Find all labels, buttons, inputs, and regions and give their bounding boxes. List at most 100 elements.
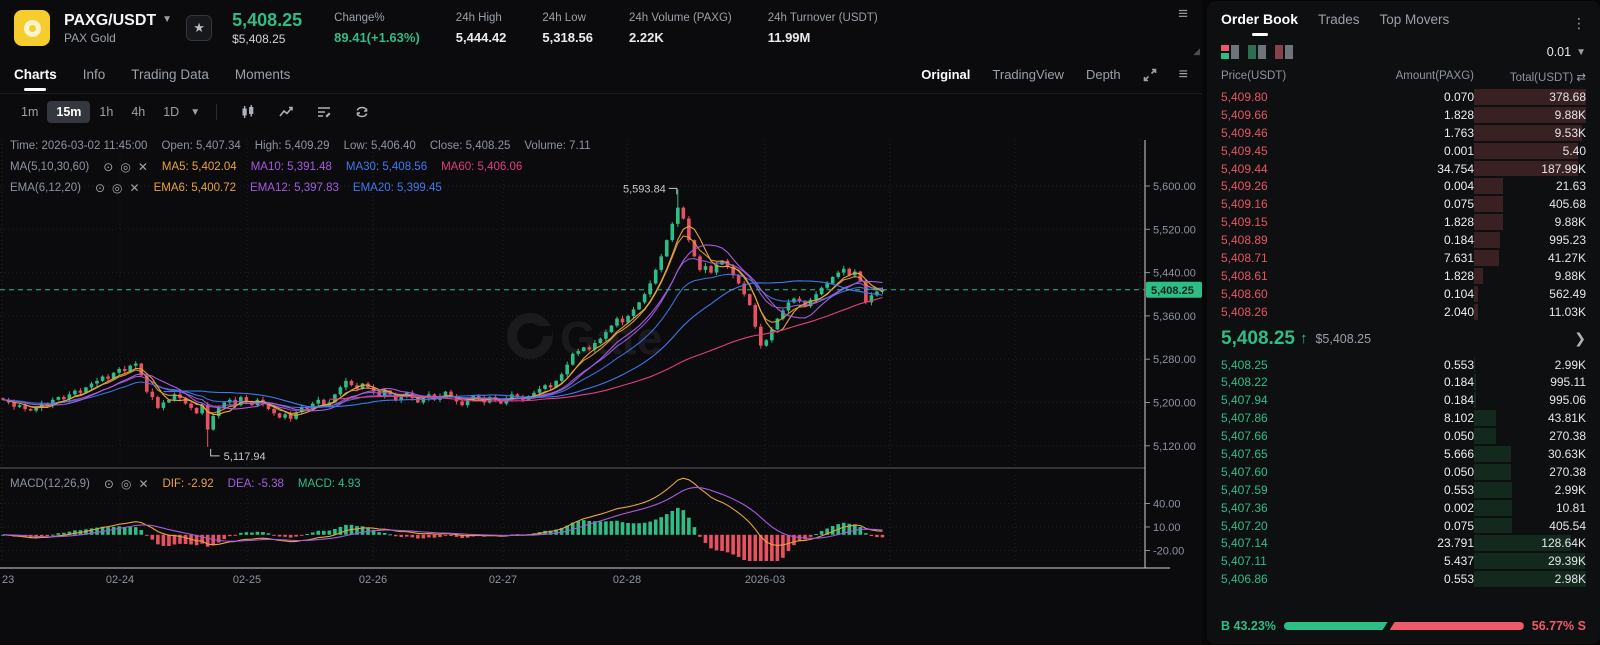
candlestick-chart[interactable]: Gate 5,600.00 5,520.00 5,440.00 5,360.00 5,28…: [0, 130, 1202, 590]
view-tab-original[interactable]: Original: [921, 67, 970, 82]
ohlc-item: Low: 5,406.40: [343, 140, 416, 152]
ask-total: 378.68: [1474, 88, 1586, 106]
indicator-settings-icon[interactable]: ◎: [120, 157, 130, 178]
bid-total: 43.81K: [1474, 409, 1586, 427]
layout-combined-icon[interactable]: [1221, 45, 1239, 59]
tab-charts[interactable]: Charts: [14, 58, 57, 91]
view-tab-depth[interactable]: Depth: [1086, 67, 1121, 82]
toolbar-divider: [216, 104, 218, 120]
sell-ratio-label: 56.77% S: [1531, 619, 1586, 633]
ask-row[interactable]: 5,408.60 0.104 562.49: [1207, 285, 1600, 303]
svg-text:10.00: 10.00: [1153, 522, 1181, 534]
ask-row[interactable]: 5,409.16 0.075 405.68: [1207, 195, 1600, 213]
bid-row[interactable]: 5,407.60 0.050 270.38: [1207, 463, 1600, 481]
indicator-value: MA30: 5,408.56: [345, 161, 428, 173]
chart-menu-icon[interactable]: ≡: [1178, 4, 1188, 24]
bid-amount: 0.050: [1443, 429, 1474, 444]
ask-row[interactable]: 5,409.66 1.828 9.88K: [1207, 106, 1600, 124]
close-icon[interactable]: ✕: [138, 157, 148, 178]
ask-total-value: 41.27K: [1547, 250, 1586, 265]
bid-row[interactable]: 5,407.66 0.050 270.38: [1207, 427, 1600, 445]
timeframe-15m[interactable]: 15m: [47, 101, 91, 123]
layout-asks-only-icon[interactable]: [1275, 45, 1293, 59]
bid-amount: 23.791: [1437, 536, 1474, 551]
ask-row[interactable]: 5,409.15 1.828 9.88K: [1207, 213, 1600, 231]
eye-icon[interactable]: ⊙: [104, 474, 114, 495]
indicator-settings-icon[interactable]: ◎: [121, 474, 131, 495]
bid-row[interactable]: 5,407.36 0.002 10.81: [1207, 499, 1600, 517]
candlestick-style-icon[interactable]: [240, 104, 256, 120]
order-book-section: Order Book Trades Top Movers ⋮ 0.01 ▼ Pr…: [1202, 0, 1600, 645]
ob-tab-trades[interactable]: Trades: [1318, 12, 1360, 36]
stat-label: 24h Volume (PAXG): [629, 11, 732, 24]
bid-row[interactable]: 5,407.59 0.553 2.99K: [1207, 481, 1600, 499]
ask-row[interactable]: 5,408.89 0.184 995.23: [1207, 231, 1600, 249]
pair-dropdown-icon[interactable]: ▼: [162, 14, 172, 27]
tab-info[interactable]: Info: [83, 58, 106, 91]
svg-text:40.00: 40.00: [1153, 498, 1181, 510]
pair-title[interactable]: PAXG/USDT: [64, 11, 156, 31]
tab-moments[interactable]: Moments: [235, 58, 291, 91]
ask-row[interactable]: 5,408.61 1.828 9.88K: [1207, 267, 1600, 285]
col-price: Price(USDT): [1221, 70, 1287, 82]
close-icon[interactable]: ✕: [138, 474, 148, 495]
indicator-icon[interactable]: [278, 104, 294, 120]
close-icon[interactable]: ✕: [130, 178, 140, 199]
bid-row[interactable]: 5,407.94 0.184 995.06: [1207, 391, 1600, 409]
bid-row[interactable]: 5,408.22 0.184 995.11: [1207, 373, 1600, 391]
eye-icon[interactable]: ⊙: [103, 157, 113, 178]
layout-bids-only-icon[interactable]: [1248, 45, 1266, 59]
bid-row[interactable]: 5,407.11 5.437 29.39K: [1207, 552, 1600, 570]
ask-row[interactable]: 5,408.26 2.040 11.03K: [1207, 303, 1600, 321]
indicator-settings-icon[interactable]: ◎: [112, 178, 122, 199]
precision-select[interactable]: 0.01 ▼: [1547, 45, 1586, 59]
ohlc-item: Volume: 7.11: [524, 140, 591, 152]
ask-row[interactable]: 5,408.71 7.631 41.27K: [1207, 249, 1600, 267]
ask-total-value: 5.40: [1562, 143, 1586, 158]
ask-row[interactable]: 5,409.80 0.070 378.68: [1207, 88, 1600, 106]
bid-amount: 0.553: [1443, 482, 1474, 497]
tab-trading-data[interactable]: Trading Data: [131, 58, 209, 91]
bid-amount: 0.184: [1443, 375, 1474, 390]
chart-settings-menu-icon[interactable]: ≡: [1179, 66, 1188, 84]
ask-row[interactable]: 5,409.26 0.004 21.63: [1207, 177, 1600, 195]
ask-total: 187.99K: [1474, 160, 1586, 178]
eye-icon[interactable]: ⊙: [95, 178, 105, 199]
resize-handle-icon[interactable]: ◢: [1193, 46, 1200, 57]
header-stat: Change% 89.41(+1.63%): [334, 12, 420, 45]
ask-row[interactable]: 5,409.44 34.754 187.99K: [1207, 160, 1600, 178]
timeframe-1h[interactable]: 1h: [90, 101, 122, 123]
unit-toggle-icon[interactable]: ⇄: [1576, 72, 1586, 84]
indicator-value: DIF: -2.92: [162, 478, 214, 490]
ob-tab-top-movers[interactable]: Top Movers: [1380, 12, 1450, 36]
chart-canvas[interactable]: Gate5,600.005,520.005,440.005,360.005,28…: [0, 130, 1202, 590]
indicator-value: MA10: 5,391.48: [250, 161, 332, 173]
compare-overlay-icon[interactable]: [354, 104, 370, 120]
bid-row[interactable]: 5,407.20 0.075 405.54: [1207, 517, 1600, 535]
ask-row[interactable]: 5,409.46 1.763 9.53K: [1207, 124, 1600, 142]
timeframe-4h[interactable]: 4h: [122, 101, 154, 123]
bid-price: 5,406.86: [1221, 572, 1268, 587]
ask-price: 5,408.61: [1221, 268, 1268, 283]
more-chevron-icon[interactable]: ❯: [1574, 330, 1586, 347]
timeframe-1D[interactable]: 1D: [154, 101, 188, 123]
favorite-button[interactable]: ★: [186, 15, 213, 41]
bid-row[interactable]: 5,406.86 0.553 2.98K: [1207, 570, 1600, 588]
ask-row[interactable]: 5,409.45 0.001 5.40: [1207, 142, 1600, 160]
bid-row[interactable]: 5,407.86 8.102 43.81K: [1207, 409, 1600, 427]
view-tab-tradingview[interactable]: TradingView: [992, 67, 1064, 82]
bid-row[interactable]: 5,407.14 23.791 128.64K: [1207, 534, 1600, 552]
mid-price-row[interactable]: 5,408.25 ↑ $5,408.25 ❯: [1207, 321, 1600, 356]
mid-price: 5,408.25: [1221, 327, 1295, 349]
ask-price: 5,409.44: [1221, 161, 1268, 176]
order-book-menu-icon[interactable]: ⋮: [1572, 15, 1586, 32]
edit-indicators-icon[interactable]: [316, 104, 332, 120]
fullscreen-icon[interactable]: [1143, 68, 1157, 82]
svg-text:5,600.00: 5,600.00: [1153, 181, 1196, 193]
ob-tab-order-book[interactable]: Order Book: [1221, 11, 1298, 36]
bid-row[interactable]: 5,407.65 5.666 30.63K: [1207, 445, 1600, 463]
timeframe-1m[interactable]: 1m: [12, 101, 47, 123]
pair-info[interactable]: PAXG/USDT ▼ PAX Gold: [64, 11, 172, 46]
bid-row[interactable]: 5,408.25 0.553 2.99K: [1207, 356, 1600, 374]
timeframe-more-icon[interactable]: ▼: [190, 107, 200, 118]
